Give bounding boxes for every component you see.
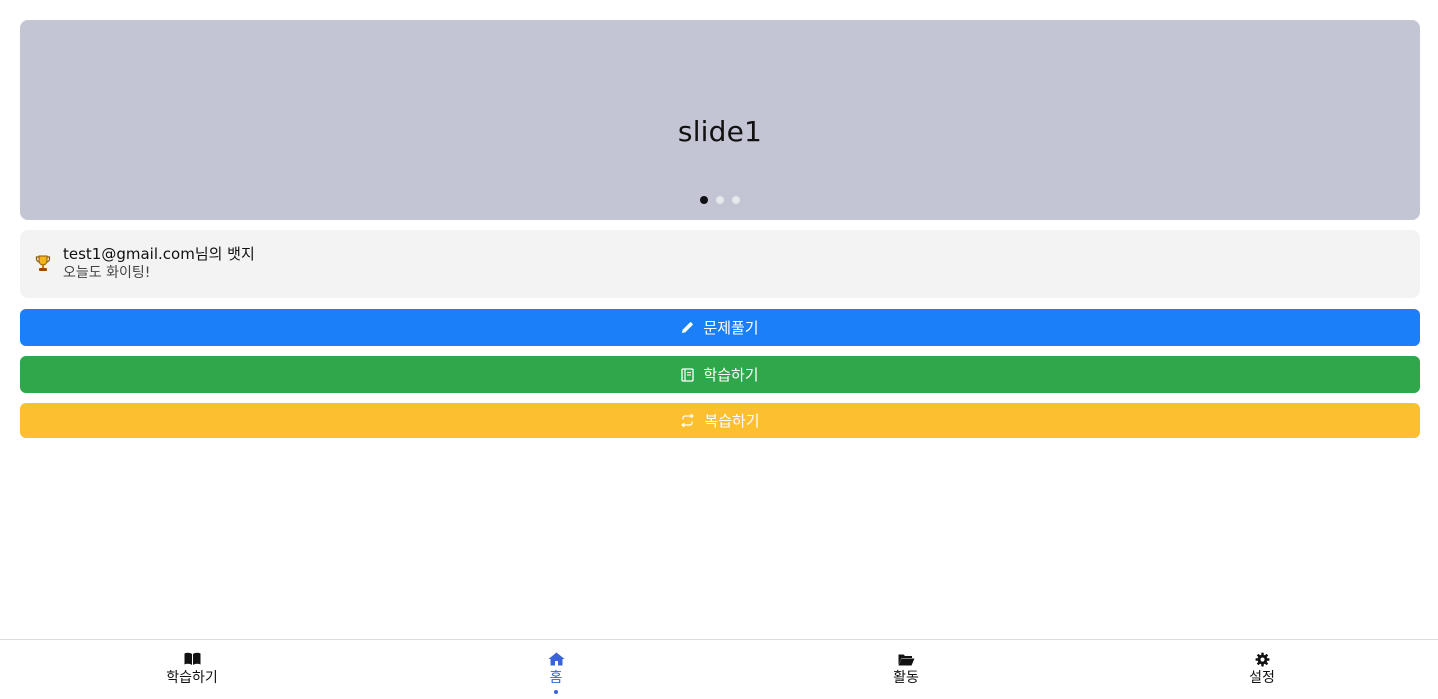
pencil-icon <box>681 321 694 334</box>
slide-title: slide1 <box>677 115 763 148</box>
nav-item-home[interactable]: 홈 <box>496 640 616 699</box>
study-button[interactable]: 학습하기 <box>20 356 1420 393</box>
nav-label-home: 홈 <box>549 670 563 686</box>
review-button[interactable]: 복습하기 <box>20 403 1420 438</box>
solve-problems-button[interactable]: 문제풀기 <box>20 309 1420 346</box>
repeat-icon <box>680 414 695 427</box>
nav-label-settings: 설정 <box>1249 670 1275 686</box>
badge-card: test1@gmail.com님의 뱃지 오늘도 화이팅! <box>20 230 1420 298</box>
trophy-icon <box>35 255 51 273</box>
active-indicator-dot <box>554 690 558 694</box>
carousel-dot-2[interactable] <box>716 196 724 204</box>
nav-label-study: 학습하기 <box>166 670 218 686</box>
solve-problems-label: 문제풀기 <box>703 319 759 337</box>
badge-subtitle: 오늘도 화이팅! <box>63 265 151 281</box>
nav-item-study[interactable]: 학습하기 <box>132 640 252 699</box>
bottom-navigation: 학습하기 홈 활동 설정 <box>0 639 1438 699</box>
gear-icon <box>1255 651 1270 667</box>
notebook-icon <box>681 367 695 382</box>
study-label: 학습하기 <box>703 366 759 384</box>
carousel-pagination <box>20 196 1420 204</box>
book-open-icon <box>184 651 201 667</box>
nav-item-settings[interactable]: 설정 <box>1202 640 1322 699</box>
carousel-dot-3[interactable] <box>732 196 740 204</box>
app-root: slide1 test1@gmail.com님의 뱃지 오늘도 화이팅! 문제풀… <box>0 0 1438 699</box>
review-label: 복습하기 <box>704 412 760 430</box>
home-icon <box>548 651 565 667</box>
folder-open-icon <box>898 651 915 667</box>
badge-title: test1@gmail.com님의 뱃지 <box>63 245 255 263</box>
nav-label-activity: 활동 <box>893 670 919 686</box>
carousel-dot-1[interactable] <box>700 196 708 204</box>
nav-item-activity[interactable]: 활동 <box>846 640 966 699</box>
banner-carousel[interactable]: slide1 <box>20 20 1420 220</box>
